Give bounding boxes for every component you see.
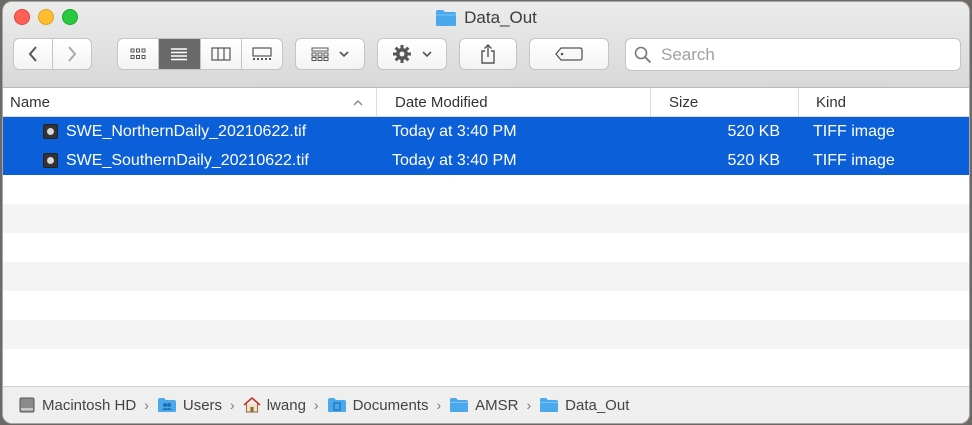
folder-icon (436, 10, 457, 26)
file-name-cell: SWE_NorthernDaily_20210622.tif (43, 117, 306, 146)
share-button[interactable] (459, 38, 517, 70)
file-date: Today at 3:40 PM (392, 151, 517, 169)
file-date: Today at 3:40 PM (392, 122, 517, 140)
search-icon (634, 46, 652, 63)
icon-view-button[interactable] (118, 39, 160, 69)
breadcrumb-data-out[interactable]: Data_Out (539, 397, 629, 414)
breadcrumb-macintosh-hd[interactable]: Macintosh HD (18, 397, 136, 414)
empty-row (3, 320, 969, 349)
chevron-right-icon: › (144, 397, 149, 413)
gallery-view-button[interactable] (242, 39, 282, 69)
home-icon (243, 397, 261, 413)
breadcrumb-label: Documents (352, 396, 429, 414)
file-row[interactable]: SWE_SouthernDaily_20210622.tif Today at … (3, 146, 969, 175)
file-name: SWE_SouthernDaily_20210622.tif (66, 151, 309, 169)
edit-tags-button[interactable] (529, 38, 609, 70)
share-icon (481, 44, 495, 64)
hard-drive-icon (19, 397, 35, 413)
window-title-text: Data_Out (464, 8, 537, 27)
tiff-file-icon (43, 153, 58, 168)
forward-button[interactable] (53, 39, 91, 69)
file-kind: TIFF image (813, 151, 895, 169)
empty-row (3, 291, 969, 320)
name-column-header[interactable]: Name (3, 88, 376, 116)
columns-icon (211, 47, 231, 61)
folder-icon (450, 398, 469, 412)
back-button[interactable] (14, 39, 53, 69)
file-name-cell: SWE_SouthernDaily_20210622.tif (43, 146, 309, 175)
breadcrumb-lwang[interactable]: lwang (243, 397, 306, 414)
toolbar (11, 38, 961, 74)
breadcrumb-documents[interactable]: Documents (327, 396, 429, 414)
chevron-right-icon: › (230, 397, 235, 413)
size-column-label: Size (669, 93, 699, 111)
name-column-label: Name (10, 93, 51, 111)
empty-row (3, 233, 969, 262)
chevron-down-icon (339, 50, 349, 57)
chevron-down-icon (422, 50, 432, 57)
breadcrumb-label: Data_Out (565, 396, 630, 414)
file-kind: TIFF image (813, 122, 895, 140)
users-folder-icon (157, 398, 176, 412)
action-menu-button[interactable] (377, 38, 447, 70)
breadcrumb-label: Macintosh HD (42, 396, 137, 414)
navigation-buttons (13, 38, 92, 70)
tiff-file-icon (43, 124, 58, 139)
kind-column-header[interactable]: Kind (798, 88, 969, 116)
empty-row (3, 175, 969, 204)
chevron-left-icon (28, 46, 37, 62)
column-header: Name Date Modified Size Kind (3, 88, 969, 117)
file-row[interactable]: SWE_NorthernDaily_20210622.tif Today at … (3, 117, 969, 146)
breadcrumb-amsr[interactable]: AMSR (449, 397, 518, 414)
list-icon (171, 48, 188, 61)
chevron-right-icon (68, 46, 77, 62)
folder-icon (540, 398, 559, 412)
kind-column-label: Kind (816, 93, 847, 111)
file-name: SWE_NorthernDaily_20210622.tif (66, 122, 307, 140)
chevron-right-icon: › (436, 397, 442, 413)
file-size: 520 KB (727, 151, 780, 169)
breadcrumb-label: AMSR (475, 396, 519, 414)
empty-row (3, 204, 969, 233)
breadcrumb-users[interactable]: Users (157, 397, 222, 414)
date-modified-column-header[interactable]: Date Modified (376, 88, 650, 116)
group-by-button[interactable] (295, 38, 365, 70)
size-column-header[interactable]: Size (650, 88, 798, 116)
empty-row (3, 262, 969, 291)
gallery-icon (252, 47, 272, 60)
path-bar: Macintosh HD › Users › lwang › Documents… (3, 386, 969, 423)
view-mode-selector (117, 38, 283, 70)
column-view-button[interactable] (201, 39, 242, 69)
empty-row (3, 349, 969, 378)
breadcrumb-label: lwang (266, 396, 306, 414)
list-view-button[interactable] (159, 39, 201, 69)
breadcrumb-label: Users (182, 396, 223, 414)
icon-grid-icon (130, 48, 146, 59)
tag-icon (555, 47, 583, 61)
file-size: 520 KB (727, 122, 780, 140)
chevron-right-icon: › (526, 397, 532, 413)
file-list: SWE_NorthernDaily_20210622.tif Today at … (3, 117, 969, 393)
sort-ascending-icon (353, 100, 363, 106)
search-input[interactable] (659, 43, 943, 66)
search-field[interactable] (625, 38, 961, 71)
gear-icon (393, 45, 411, 63)
chevron-right-icon: › (313, 397, 319, 413)
title-bar: Data_Out (3, 2, 969, 88)
documents-folder-icon (327, 398, 346, 412)
date-modified-column-label: Date Modified (395, 93, 488, 111)
group-grid-icon (311, 47, 329, 61)
finder-window: Data_Out Search Name Date Modified Size … (3, 2, 969, 423)
window-title: Data_Out (3, 8, 969, 28)
